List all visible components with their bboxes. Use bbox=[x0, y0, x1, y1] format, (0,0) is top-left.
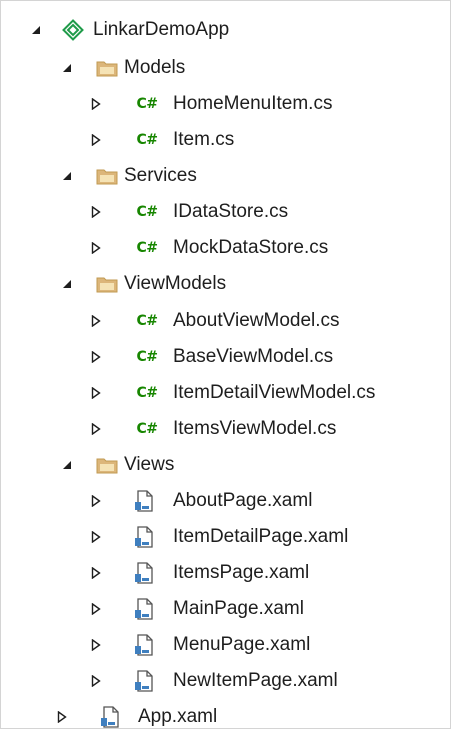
tree-node-file[interactable]: NewItemPage.xaml bbox=[1, 664, 450, 698]
tree-node-file[interactable]: MainPage.xaml bbox=[1, 592, 450, 626]
file-label: IDataStore.cs bbox=[173, 201, 289, 222]
xaml-file-icon bbox=[131, 592, 157, 626]
file-label: AboutViewModel.cs bbox=[173, 310, 340, 331]
file-label: BaseViewModel.cs bbox=[173, 346, 334, 367]
expanded-arrow-icon[interactable] bbox=[27, 13, 45, 47]
xaml-file-icon bbox=[131, 628, 157, 662]
solution-explorer-tree: LinkarDemoApp Models C# HomeMenuItem.cs … bbox=[0, 0, 451, 729]
collapsed-arrow-icon[interactable] bbox=[87, 628, 105, 662]
tree-node-file[interactable]: C# BaseViewModel.cs bbox=[1, 340, 450, 374]
folder-label: Views bbox=[124, 454, 175, 475]
folder-icon bbox=[95, 159, 119, 193]
tree-node-folder-viewmodels[interactable]: ViewModels bbox=[1, 267, 450, 301]
collapsed-arrow-icon[interactable] bbox=[87, 412, 105, 446]
folder-icon bbox=[95, 51, 119, 85]
tree-node-file[interactable]: ItemDetailPage.xaml bbox=[1, 520, 450, 554]
collapsed-arrow-icon[interactable] bbox=[87, 123, 105, 157]
tree-node-folder-services[interactable]: Services bbox=[1, 159, 450, 193]
collapsed-arrow-icon[interactable] bbox=[87, 592, 105, 626]
project-label: LinkarDemoApp bbox=[93, 19, 230, 40]
collapsed-arrow-icon[interactable] bbox=[87, 484, 105, 518]
xamarin-project-icon bbox=[61, 13, 85, 47]
tree-node-file[interactable]: C# MockDataStore.cs bbox=[1, 231, 450, 265]
file-label: ItemsPage.xaml bbox=[173, 562, 310, 583]
file-label: MenuPage.xaml bbox=[173, 634, 311, 655]
tree-node-file[interactable]: C# ItemDetailViewModel.cs bbox=[1, 376, 450, 410]
xaml-file-icon bbox=[131, 556, 157, 590]
file-label: ItemsViewModel.cs bbox=[173, 418, 337, 439]
csharp-file-icon: C# bbox=[136, 313, 158, 329]
tree-node-project[interactable]: LinkarDemoApp bbox=[1, 13, 450, 47]
csharp-file-icon: C# bbox=[136, 204, 158, 220]
expanded-arrow-icon[interactable] bbox=[58, 159, 76, 193]
tree-node-file[interactable]: C# ItemsViewModel.cs bbox=[1, 412, 450, 446]
collapsed-arrow-icon[interactable] bbox=[87, 231, 105, 265]
csharp-file-icon: C# bbox=[136, 132, 158, 148]
collapsed-arrow-icon[interactable] bbox=[87, 87, 105, 121]
file-label: ItemDetailViewModel.cs bbox=[173, 382, 376, 403]
file-label: HomeMenuItem.cs bbox=[173, 93, 333, 114]
file-label: AboutPage.xaml bbox=[173, 490, 313, 511]
xaml-file-icon bbox=[131, 484, 157, 518]
file-label: MainPage.xaml bbox=[173, 598, 304, 619]
file-label: NewItemPage.xaml bbox=[173, 670, 338, 691]
csharp-file-icon: C# bbox=[136, 96, 158, 112]
csharp-file-icon: C# bbox=[136, 385, 158, 401]
tree-node-file[interactable]: C# AboutViewModel.cs bbox=[1, 304, 450, 338]
collapsed-arrow-icon[interactable] bbox=[87, 376, 105, 410]
tree-node-file[interactable]: C# Item.cs bbox=[1, 123, 450, 157]
collapsed-arrow-icon[interactable] bbox=[87, 556, 105, 590]
tree-node-file[interactable]: C# IDataStore.cs bbox=[1, 195, 450, 229]
tree-node-file[interactable]: MenuPage.xaml bbox=[1, 628, 450, 662]
xaml-file-icon bbox=[131, 664, 157, 698]
file-label: MockDataStore.cs bbox=[173, 237, 329, 258]
folder-label: ViewModels bbox=[124, 273, 227, 294]
expanded-arrow-icon[interactable] bbox=[58, 267, 76, 301]
file-label: ItemDetailPage.xaml bbox=[173, 526, 349, 547]
tree-node-folder-views[interactable]: Views bbox=[1, 448, 450, 482]
file-label: Item.cs bbox=[173, 129, 235, 150]
folder-icon bbox=[95, 267, 119, 301]
collapsed-arrow-icon[interactable] bbox=[87, 664, 105, 698]
tree-node-file[interactable]: ItemsPage.xaml bbox=[1, 556, 450, 590]
folder-icon bbox=[95, 448, 119, 482]
tree-node-folder-models[interactable]: Models bbox=[1, 51, 450, 85]
csharp-file-icon: C# bbox=[136, 349, 158, 365]
csharp-file-icon: C# bbox=[136, 240, 158, 256]
collapsed-arrow-icon[interactable] bbox=[87, 340, 105, 374]
tree-node-file[interactable]: C# HomeMenuItem.cs bbox=[1, 87, 450, 121]
expanded-arrow-icon[interactable] bbox=[58, 448, 76, 482]
collapsed-arrow-icon[interactable] bbox=[87, 520, 105, 554]
tree-node-file[interactable]: AboutPage.xaml bbox=[1, 484, 450, 518]
expanded-arrow-icon[interactable] bbox=[58, 51, 76, 85]
collapsed-arrow-icon[interactable] bbox=[87, 195, 105, 229]
csharp-file-icon: C# bbox=[136, 421, 158, 437]
xaml-file-icon bbox=[131, 520, 157, 554]
folder-label: Services bbox=[124, 165, 197, 186]
folder-label: Models bbox=[124, 57, 186, 78]
collapsed-arrow-icon[interactable] bbox=[87, 304, 105, 338]
